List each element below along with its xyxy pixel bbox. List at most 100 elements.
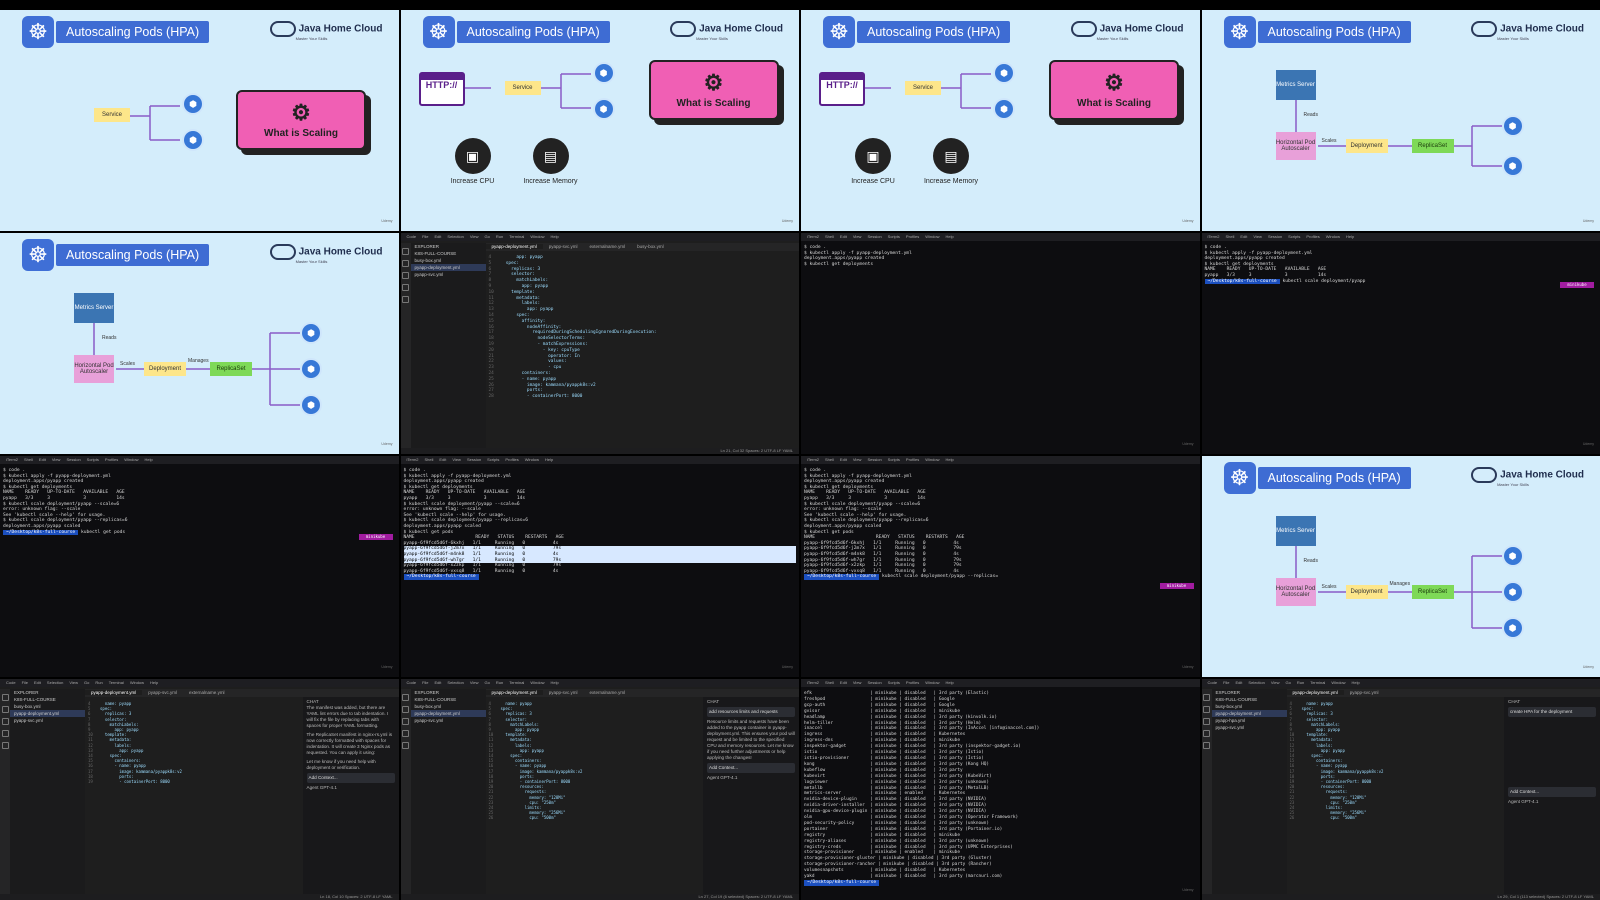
manages-label: Manages — [1389, 581, 1411, 587]
pod-icon: ⬢ — [594, 64, 613, 82]
terminal-output[interactable]: $ code . $ kubectl apply -f pyapp-deploy… — [403, 468, 796, 673]
macos-menubar: Code File Edit Selection View Go Run Terminal Wi… — [400, 679, 799, 687]
macos-menubar: iTerm2 Shell Edit View Session Scripts Profile… — [801, 456, 1200, 464]
activity-bar[interactable] — [400, 243, 411, 448]
agent-selector[interactable]: Agent GPT-4.1 — [307, 785, 395, 791]
editor-tabs[interactable]: pyapp-deployment.yml pyapp-svc.yml externa… — [485, 689, 799, 697]
file-item[interactable]: busy-box.yml — [10, 703, 85, 710]
macos-menubar: Code File Edit Selection View Go Run Terminal Wi… — [1201, 679, 1600, 687]
explorer-panel: EXPLORER K8S-FULL-COURSE busy-box.yml py… — [1211, 689, 1287, 894]
service-box: Service — [905, 81, 941, 95]
what-is-scaling-card: ⚙ What is Scaling — [648, 60, 779, 120]
source-control-icon — [402, 272, 409, 279]
file-item[interactable]: pyapp-svc.yml — [1212, 724, 1287, 731]
pod-icon: ⬢ — [995, 64, 1013, 82]
file-item[interactable]: pyapp-svc.yml — [10, 717, 85, 724]
gear-arrow-icon: ⚙ — [1104, 70, 1124, 95]
replicaset-box: ReplicaSet — [1411, 139, 1454, 153]
file-item[interactable]: pyapp-deployment.yml — [410, 264, 486, 271]
minikube-badge: minikube — [1159, 583, 1194, 589]
chat-input[interactable]: Add Context... — [306, 773, 395, 783]
explorer-panel: EXPLORER K8S-FULL-COURSE busy-box.yml py… — [410, 689, 486, 894]
source-control-icon — [1203, 718, 1210, 725]
terminal-output[interactable]: $ code . $ kubectl apply -f pyapp-deploy… — [1204, 245, 1598, 450]
vscode-chat-replicaset: Code File Edit Selection View Go Run Terminal Wi… — [0, 679, 399, 900]
watermark: Udemy — [1582, 665, 1594, 669]
deployment-box: Deployment — [144, 362, 186, 376]
pod-icon: ⬢ — [184, 95, 202, 113]
file-item[interactable]: pyapp-svc.yml — [411, 717, 486, 724]
activity-bar[interactable] — [400, 689, 411, 894]
service-box: Service — [504, 81, 541, 95]
vscode-chat-hpa: Code File Edit Selection View Go Run Terminal Wi… — [1201, 679, 1600, 900]
code-editor[interactable]: 4 name: pyapp 5 spec: 6 replicas: 37 select… — [1290, 701, 1384, 821]
prompt-path: ~/Desktop/k8s-full-course — [804, 880, 880, 886]
slide-hpa-diagram-3: ☸ Autoscaling Pods (HPA) Java Home Cloud… — [1201, 456, 1600, 677]
agent-selector[interactable]: Agent GPT-4.1 — [1508, 799, 1596, 805]
watermark: Udemy — [781, 665, 793, 669]
explorer-panel: EXPLORER K8S-FULL-COURSE busy-box.yml py… — [410, 243, 486, 448]
terminal-get-deployments: iTerm2 Shell Edit View Session Scripts Profile… — [801, 233, 1200, 454]
slide-what-is-scaling-3: ☸ Autoscaling Pods (HPA) Java Home Cloud… — [801, 10, 1200, 231]
file-item[interactable]: pyapp-deployment.yml — [10, 710, 85, 717]
chat-input[interactable]: Add Context... — [1508, 787, 1596, 797]
file-item[interactable]: pyapp-svc.yml — [411, 271, 486, 278]
file-item[interactable]: busy-box.yml — [1212, 703, 1287, 710]
what-is-scaling-card: ⚙ What is Scaling — [236, 90, 366, 150]
metrics-server-box: Metrics Server — [74, 293, 114, 323]
watermark: Udemy — [1182, 442, 1194, 446]
top-strip — [0, 0, 1600, 10]
file-item[interactable]: pyapp-deployment.yml — [410, 710, 486, 717]
reads-label: Reads — [102, 335, 117, 341]
metrics-server-box: Metrics Server — [1275, 516, 1316, 546]
activity-bar[interactable] — [1201, 689, 1212, 894]
activity-bar[interactable] — [0, 689, 10, 894]
prompt-path: ~/Desktop/k8s-full-course — [1204, 278, 1280, 285]
code-line[interactable]: 28 - containerPort: 8000 — [489, 394, 657, 400]
watermark: Udemy — [1182, 219, 1194, 223]
slide-hpa-diagram-2: ☸ Autoscaling Pods (HPA) Java Home Cloud… — [0, 233, 399, 454]
watermark: Udemy — [381, 665, 393, 669]
chat-panel: CHAT The manifest was added, but there a… — [302, 697, 399, 894]
agent-selector[interactable]: Agent GPT-4.1 — [707, 775, 795, 781]
scales-label: Scales — [1321, 138, 1337, 144]
terminal-output[interactable]: efk | minikube | disabled | 3rd party (E… — [804, 691, 1197, 896]
code-line[interactable]: 26 cpu: "500m" — [1290, 815, 1384, 820]
connector-lines — [859, 73, 991, 109]
deployment-box: Deployment — [1345, 585, 1388, 599]
connector-lines — [458, 73, 591, 109]
status-bar: Ln 29, Col 1 (113 selected) Spaces: 2 UT… — [1201, 894, 1600, 900]
file-item[interactable]: busy-box.yml — [411, 257, 486, 264]
editor-tabs[interactable]: pyapp-deployment.yml pyapp-svc.yml externa… — [85, 689, 399, 697]
macos-menubar: Code File Edit Selection View Go Run Terminal Wi… — [0, 679, 399, 687]
files-icon — [402, 694, 409, 701]
editor-tabs[interactable]: pyapp-deployment.yml pyapp-svc.yml — [1286, 689, 1600, 697]
chat-panel: CHAT add resources limits and requests R… — [703, 697, 799, 894]
terminal-get-pods-cmd: iTerm2 Shell Edit View Session Scripts Profile… — [0, 456, 399, 677]
file-item[interactable]: pyapp-deployment.yml — [1211, 710, 1287, 717]
search-icon — [1203, 706, 1210, 713]
file-item[interactable]: pyapp-hpa.yml — [1212, 717, 1287, 724]
terminal-output[interactable]: $ code . $ kubectl apply -f pyapp-deploy… — [804, 245, 1197, 450]
macos-menubar: iTerm2 Shell Edit View Session Scripts Profile… — [801, 679, 1200, 687]
code-line[interactable]: 26 cpu: "500m" — [489, 815, 583, 820]
code-editor[interactable]: 4 name: pyapp 5 spec: 6 replicas: 37 select… — [489, 701, 583, 821]
code-line[interactable]: 19 - containerPort: 8000 — [88, 779, 182, 784]
file-item[interactable]: busy-box.yml — [411, 703, 486, 710]
terminal-output[interactable]: $ code . $ kubectl apply -f pyapp-deploy… — [3, 468, 396, 673]
macos-menubar: iTerm2 Shell Edit View Session Scripts Profile… — [1201, 233, 1600, 241]
chat-input[interactable]: Add Context... — [707, 763, 795, 773]
cpu-icon: ▣ — [454, 138, 491, 174]
code-editor[interactable]: 4 app: pyapp 5 spec: 6 replicas: 37 select… — [489, 255, 657, 400]
code-editor[interactable]: 4 name: pyapp 5 spec: 6 replicas: 37 select… — [88, 701, 182, 784]
pod-icon: ⬢ — [302, 324, 320, 342]
editor-tabs[interactable]: pyapp-deployment.yml pyapp-svc.yml externa… — [485, 243, 799, 251]
macos-menubar: iTerm2 Shell Edit View Session Scripts Profile… — [0, 456, 399, 464]
chat-user-message: add resources limits and requests — [707, 707, 795, 717]
pod-icon: ⬢ — [1503, 583, 1522, 601]
terminal-output[interactable]: $ code . $ kubectl apply -f pyapp-deploy… — [804, 468, 1197, 673]
macos-menubar: iTerm2 Shell Edit View Session Scripts Profile… — [801, 233, 1200, 241]
hpa-box: Horizontal Pod Autoscaler — [74, 355, 114, 383]
scales-label: Scales — [120, 361, 136, 367]
vscode-chat-resources: Code File Edit Selection View Go Run Terminal Wi… — [400, 679, 799, 900]
